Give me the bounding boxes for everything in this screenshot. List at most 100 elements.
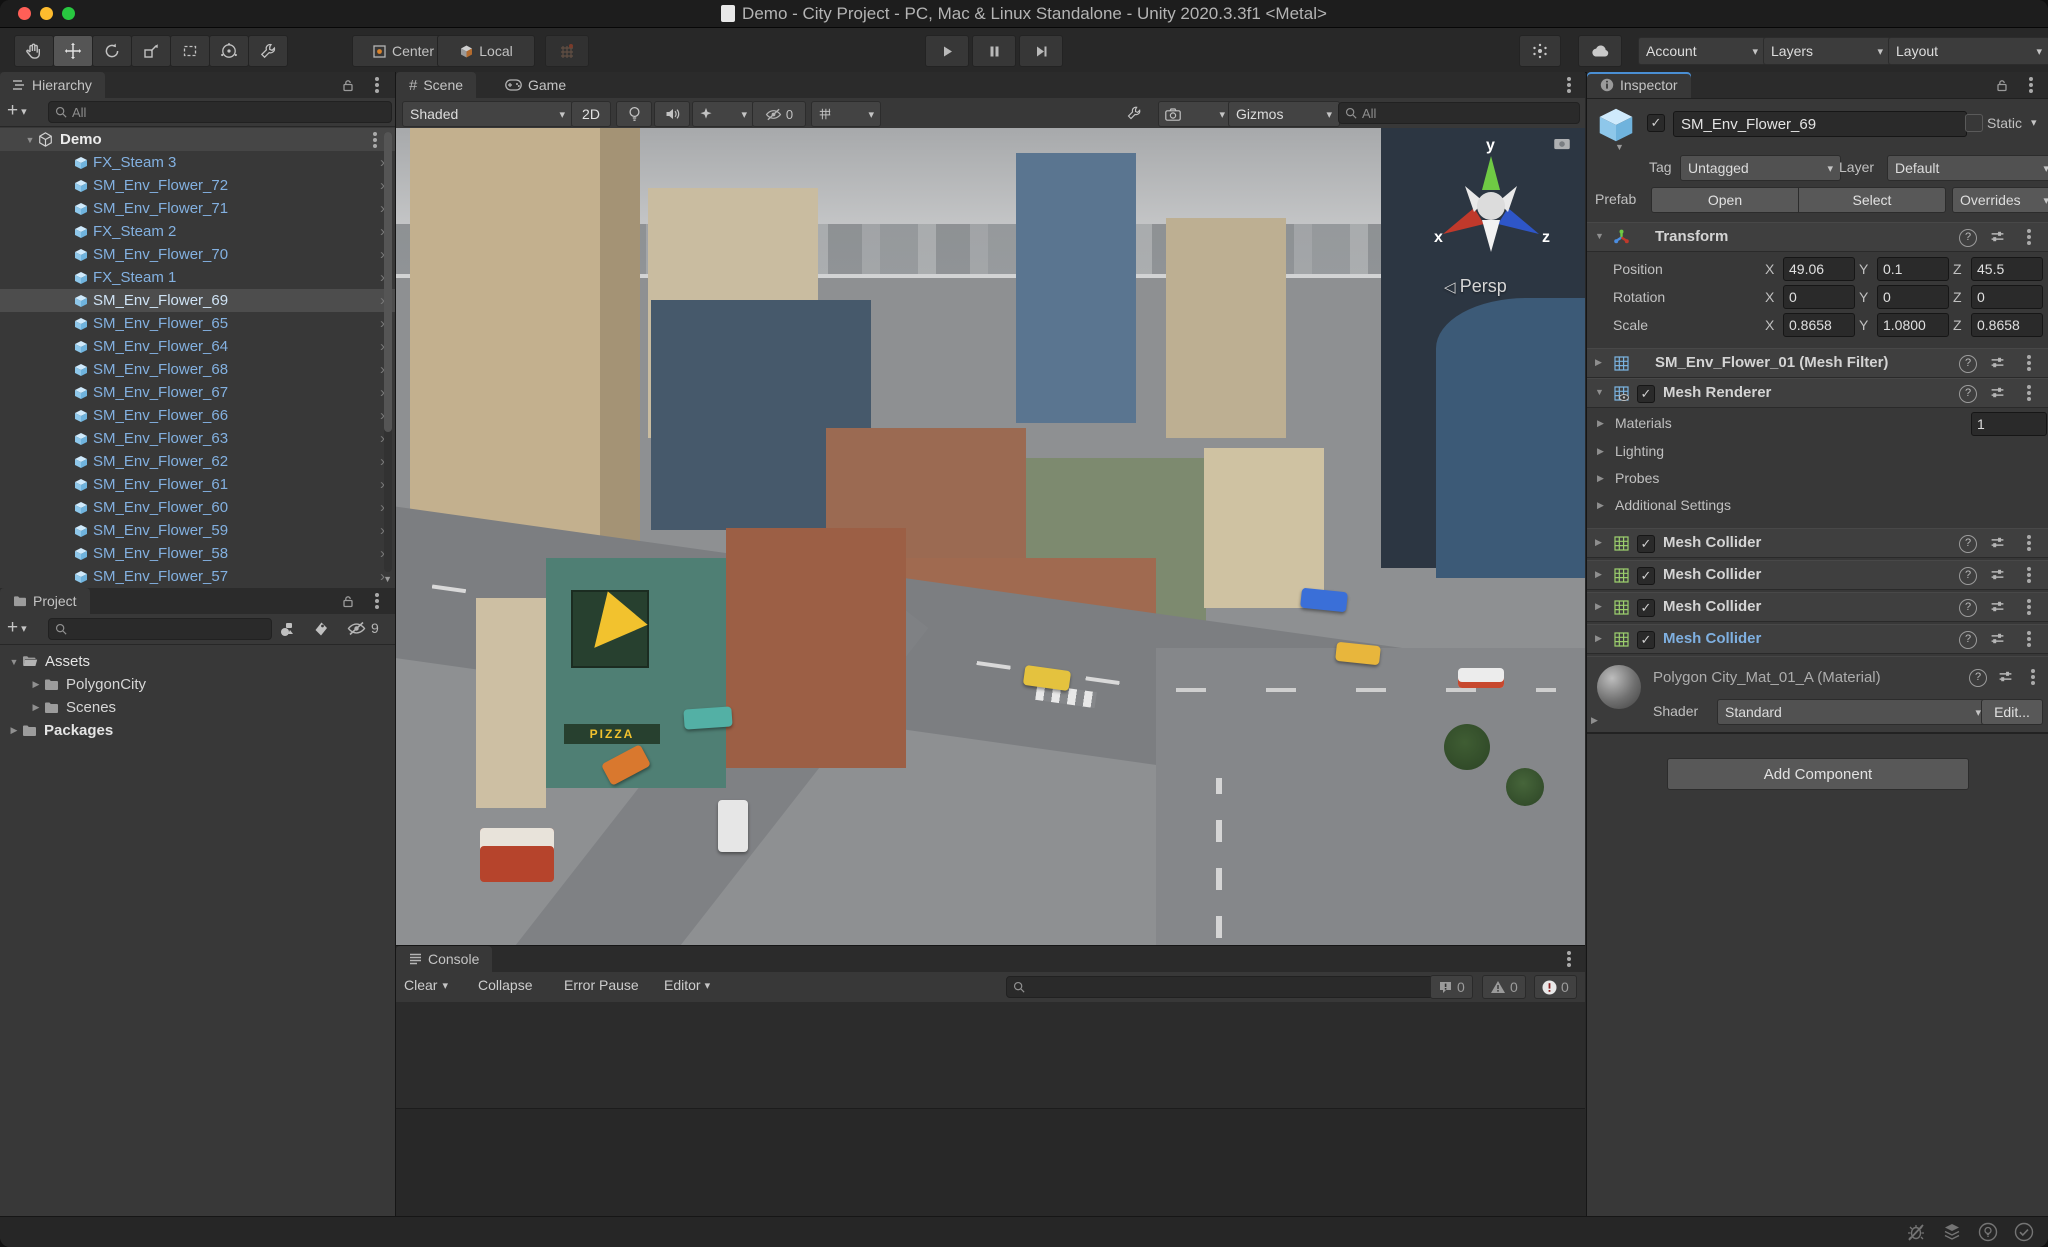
static-checkbox[interactable] <box>1965 114 1983 132</box>
hierarchy-item[interactable]: SM_Env_Flower_64 › <box>0 335 395 358</box>
expander-icon[interactable]: ▶ <box>1595 569 1602 580</box>
materials-foldout[interactable]: Materials <box>1615 415 1672 431</box>
inspector-menu-icon[interactable] <box>2029 83 2033 87</box>
position-z-field[interactable]: 45.5 <box>1971 257 2043 281</box>
mesh-collider-header-1[interactable]: ▶ ✓ Mesh Collider ? <box>1587 528 2048 558</box>
hierarchy-item[interactable]: SM_Env_Flower_60 › <box>0 496 395 519</box>
expander-icon[interactable]: ▶ <box>1595 601 1602 612</box>
console-info-toggle[interactable]: 0 <box>1430 975 1473 999</box>
hidden-count-eye-icon[interactable] <box>347 621 366 636</box>
console-search-input[interactable] <box>1006 976 1434 998</box>
position-x-field[interactable]: 49.06 <box>1783 257 1855 281</box>
scene-audio-button[interactable] <box>654 101 690 127</box>
account-dropdown[interactable]: Account ▾ <box>1638 37 1766 65</box>
expander-icon[interactable]: ▶ <box>1597 418 1604 429</box>
hand-tool-button[interactable] <box>14 35 54 67</box>
layer-dropdown[interactable]: Default ▾ <box>1887 155 2048 181</box>
component-menu-icon[interactable] <box>2027 573 2031 577</box>
component-menu-icon[interactable] <box>2027 541 2031 545</box>
search-by-type-icon[interactable] <box>278 621 295 638</box>
toggle-2d-button[interactable]: 2D <box>571 101 611 127</box>
project-folder-assets[interactable]: ▼ Assets <box>0 650 395 673</box>
hierarchy-item[interactable]: SM_Env_Flower_68 › <box>0 358 395 381</box>
gameobject-expander-icon[interactable]: ▼ <box>1615 142 1624 152</box>
component-enabled-checkbox[interactable]: ✓ <box>1637 599 1655 617</box>
component-menu-icon[interactable] <box>2027 605 2031 609</box>
hierarchy-item[interactable]: FX_Steam 2 › <box>0 220 395 243</box>
gameobject-name-field[interactable] <box>1673 111 1967 137</box>
mesh-renderer-header[interactable]: ▼ ✓ Mesh Renderer ? <box>1587 378 2048 408</box>
presets-icon[interactable] <box>1990 355 2005 370</box>
expander-icon[interactable]: ▼ <box>22 135 38 145</box>
hierarchy-item[interactable]: SM_Env_Flower_71 › <box>0 197 395 220</box>
expander-icon[interactable]: ▶ <box>28 679 44 690</box>
probes-foldout[interactable]: Probes <box>1615 470 1659 486</box>
step-button[interactable] <box>1019 35 1063 67</box>
scene-effects-button[interactable]: ▾ <box>692 101 754 127</box>
project-folder-scenes[interactable]: ▶ Scenes <box>0 696 395 719</box>
help-icon[interactable]: ? <box>1959 599 1977 617</box>
search-by-label-icon[interactable] <box>313 621 329 637</box>
debugger-status-icon[interactable] <box>1906 1222 1926 1242</box>
console-error-toggle[interactable]: 0 <box>1534 975 1577 999</box>
create-asset-button[interactable]: + ▾ <box>7 618 27 637</box>
rotate-tool-button[interactable] <box>92 35 132 67</box>
shader-dropdown[interactable]: Standard ▾ <box>1717 699 1989 725</box>
hierarchy-item[interactable]: SM_Env_Flower_59 › <box>0 519 395 542</box>
prefab-open-button[interactable]: Open <box>1651 187 1799 213</box>
hierarchy-item[interactable]: FX_Steam 1 › <box>0 266 395 289</box>
presets-icon[interactable] <box>1990 229 2005 244</box>
presets-icon[interactable] <box>1990 385 2005 400</box>
console-warning-toggle[interactable]: 0 <box>1482 975 1526 999</box>
hierarchy-item[interactable]: SM_Env_Flower_72 › <box>0 174 395 197</box>
console-clear-button[interactable]: Clear ▾ <box>404 977 448 993</box>
progress-status-icon[interactable] <box>2014 1222 2034 1242</box>
scale-x-field[interactable]: 0.8658 <box>1783 313 1855 337</box>
help-icon[interactable]: ? <box>1969 669 1987 687</box>
tab-hierarchy[interactable]: Hierarchy <box>0 72 105 98</box>
console-detail-pane[interactable] <box>396 1108 1585 1219</box>
layers-dropdown[interactable]: Layers ▾ <box>1763 37 1891 65</box>
scene-camera-settings-button[interactable]: ▾ <box>1158 101 1232 127</box>
hierarchy-item[interactable]: SM_Env_Flower_66 › <box>0 404 395 427</box>
expander-icon[interactable]: ▼ <box>1595 231 1604 241</box>
scale-tool-button[interactable] <box>131 35 171 67</box>
console-log-list[interactable] <box>396 1002 1585 1108</box>
scene-viewport[interactable]: PIZZA x y z ◁ Persp <box>396 128 1585 945</box>
lock-icon[interactable] <box>341 78 355 92</box>
materials-count-field[interactable]: 1 <box>1971 412 2047 436</box>
component-menu-icon[interactable] <box>2027 361 2031 365</box>
component-enabled-checkbox[interactable]: ✓ <box>1637 567 1655 585</box>
presets-icon[interactable] <box>1990 631 2005 646</box>
play-button[interactable] <box>925 35 969 67</box>
tab-game[interactable]: Game <box>492 72 579 98</box>
project-menu-icon[interactable] <box>375 599 379 603</box>
component-enabled-checkbox[interactable]: ✓ <box>1637 535 1655 553</box>
material-sphere-preview[interactable] <box>1597 665 1641 709</box>
scene-orientation-gizmo[interactable]: x y z ◁ Persp <box>1416 138 1566 308</box>
hierarchy-scene-row[interactable]: ▼ Demo <box>0 128 395 151</box>
expander-icon[interactable]: ▶ <box>1597 446 1604 457</box>
expander-icon[interactable]: ▼ <box>6 657 22 667</box>
help-icon[interactable]: ? <box>1959 535 1977 553</box>
orientation-mode-button[interactable]: Local <box>437 35 535 67</box>
project-search-input[interactable] <box>48 618 272 640</box>
rotation-x-field[interactable]: 0 <box>1783 285 1855 309</box>
cloud-services-button[interactable] <box>1578 35 1622 67</box>
expander-icon[interactable]: ▶ <box>1597 473 1604 484</box>
scene-grid-visibility-button[interactable]: ▾ <box>811 101 881 127</box>
expander-icon[interactable]: ▶ <box>28 702 44 713</box>
hierarchy-item[interactable]: SM_Env_Flower_61 › <box>0 473 395 496</box>
additional-settings-foldout[interactable]: Additional Settings <box>1615 497 1731 513</box>
hierarchy-item[interactable]: SM_Env_Flower_62 › <box>0 450 395 473</box>
mesh-collider-header-2[interactable]: ▶ ✓ Mesh Collider ? <box>1587 560 2048 590</box>
component-menu-icon[interactable] <box>2031 675 2035 679</box>
expander-icon[interactable]: ▶ <box>1595 537 1602 548</box>
console-menu-icon[interactable] <box>1567 957 1571 961</box>
tag-dropdown[interactable]: Untagged ▾ <box>1680 155 1841 181</box>
transform-tool-button[interactable] <box>209 35 249 67</box>
hierarchy-item[interactable]: SM_Env_Flower_65 › <box>0 312 395 335</box>
scene-lighting-button[interactable] <box>616 101 652 127</box>
prefab-select-button[interactable]: Select <box>1798 187 1946 213</box>
hierarchy-item-selected[interactable]: SM_Env_Flower_69 › <box>0 289 395 312</box>
